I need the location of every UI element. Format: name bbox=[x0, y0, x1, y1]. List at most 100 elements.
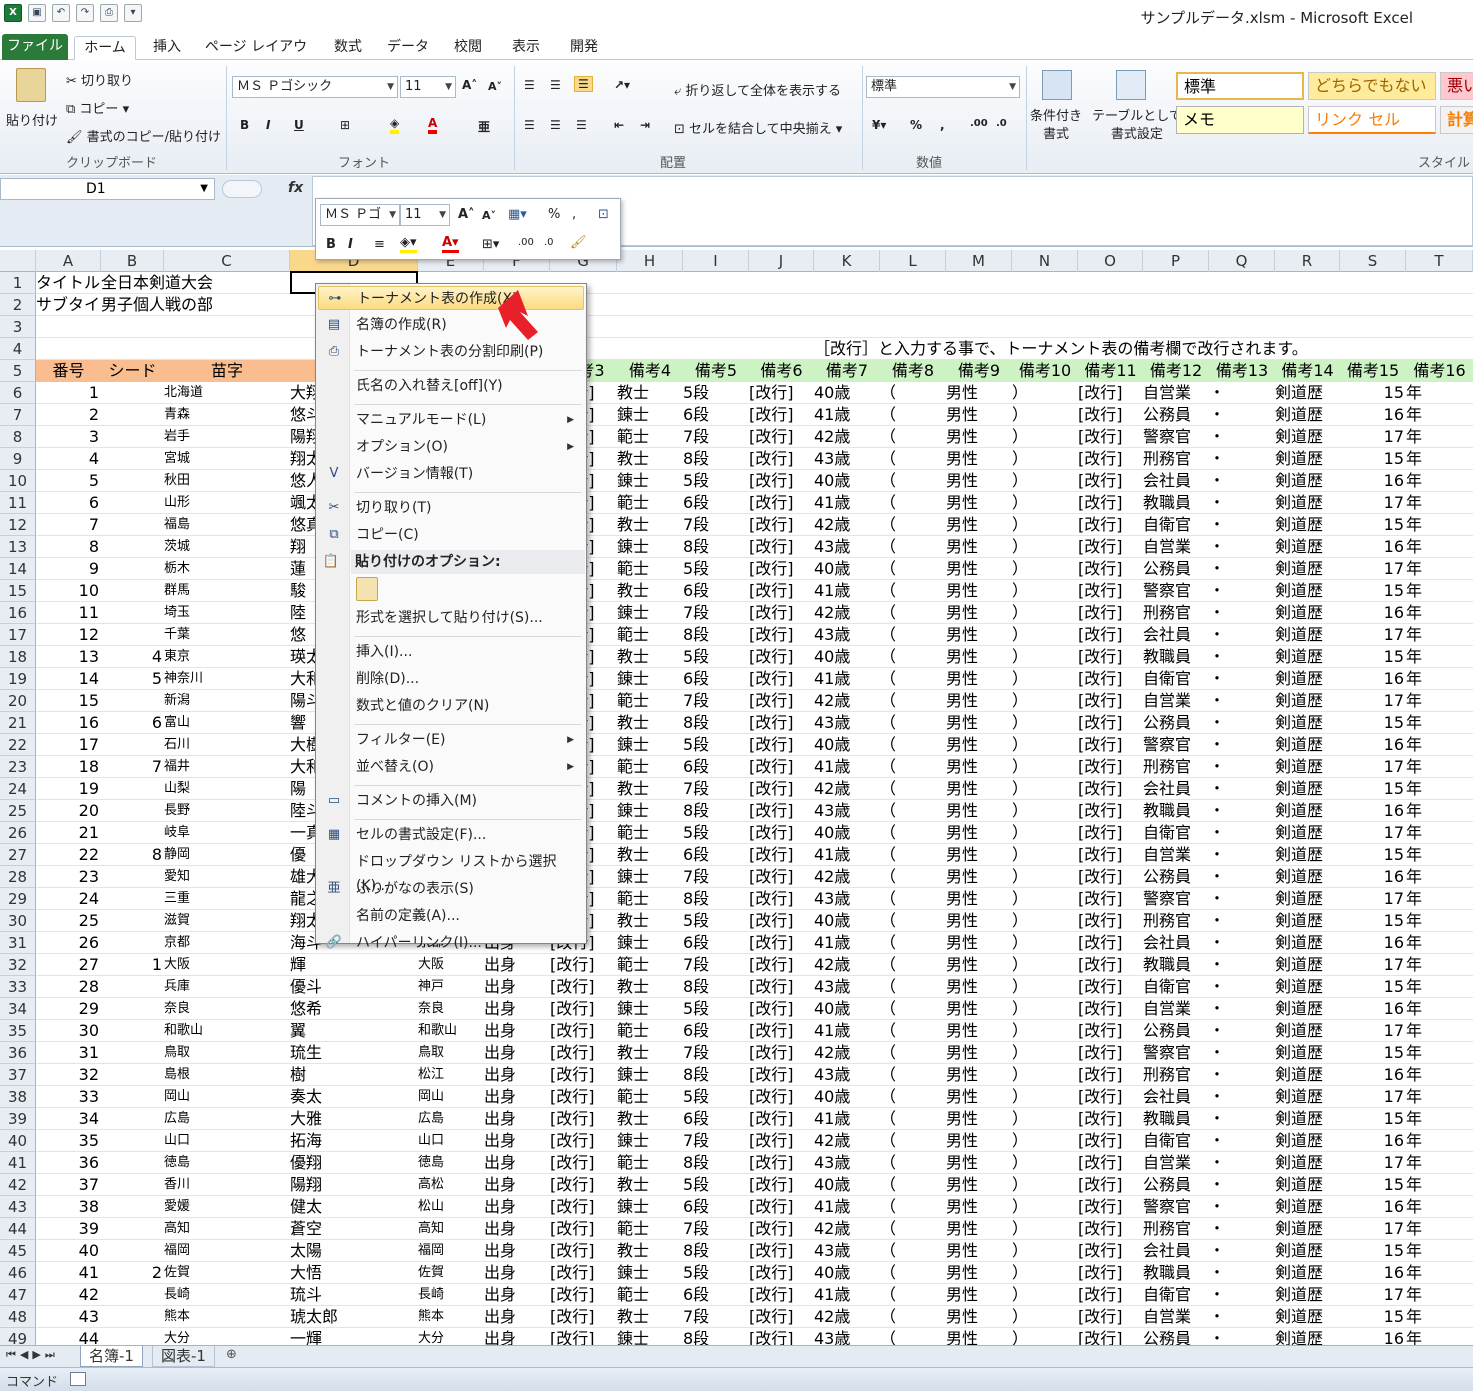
comma-icon[interactable]: , bbox=[940, 118, 945, 132]
menu-item[interactable]: 氏名の入れ替え[off](Y) bbox=[318, 374, 584, 398]
cell[interactable]: 5段 bbox=[683, 558, 749, 580]
cell[interactable]: 範士 bbox=[617, 822, 683, 844]
cell[interactable]: [改行] bbox=[749, 1130, 814, 1152]
column-title[interactable]: 備考7 bbox=[814, 360, 880, 382]
cell[interactable]: 範士 bbox=[617, 1020, 683, 1042]
outdent-icon[interactable]: ⇥ bbox=[640, 118, 650, 132]
cell[interactable]: 出身 bbox=[484, 1240, 550, 1262]
wrap-text-button[interactable]: ⤶ 折り返して全体を表示する bbox=[674, 80, 841, 99]
cell[interactable]: 15 bbox=[1340, 382, 1406, 404]
cell[interactable]: （ bbox=[880, 1196, 946, 1218]
cell[interactable]: ・ bbox=[1209, 690, 1275, 712]
cell-name[interactable]: 拓海 bbox=[290, 1130, 418, 1152]
cell-number[interactable]: 27 bbox=[36, 954, 101, 976]
tab-formulas[interactable]: 数式 bbox=[324, 36, 372, 60]
cell-number[interactable]: 32 bbox=[36, 1064, 101, 1086]
row-header[interactable]: 13 bbox=[0, 536, 36, 558]
row-header[interactable]: 19 bbox=[0, 668, 36, 690]
cell-city[interactable]: 広島 bbox=[418, 1108, 484, 1130]
cell[interactable]: 17 bbox=[1340, 1218, 1406, 1240]
cell[interactable]: 17 bbox=[1340, 822, 1406, 844]
cell-prefecture[interactable]: 福島 bbox=[164, 514, 290, 536]
cell[interactable]: 出身 bbox=[484, 1020, 550, 1042]
worksheet-grid[interactable]: ABCDEFGHIJKLMNOPQRST 1 2 3 4 5 6 7 8 9 10 11 12 13 14… bbox=[0, 250, 1473, 1345]
cell[interactable]: ） bbox=[1012, 426, 1078, 448]
cell[interactable]: 剣道歴 bbox=[1275, 932, 1340, 954]
cell[interactable]: 6段 bbox=[683, 1284, 749, 1306]
cell[interactable]: 出身 bbox=[484, 1284, 550, 1306]
cell-city[interactable]: 長崎 bbox=[418, 1284, 484, 1306]
cell[interactable]: ・ bbox=[1209, 910, 1275, 932]
decrease-decimal-icon[interactable]: .0 bbox=[544, 237, 554, 248]
cell[interactable]: ・ bbox=[1209, 976, 1275, 998]
cell[interactable]: [改行] bbox=[749, 1306, 814, 1328]
column-title[interactable]: 番号 bbox=[36, 360, 101, 382]
cell[interactable]: [改行] bbox=[1078, 1262, 1143, 1284]
cell[interactable]: 年 bbox=[1406, 1108, 1473, 1130]
cell[interactable]: 剣道歴 bbox=[1275, 822, 1340, 844]
cell[interactable]: [改行] bbox=[749, 536, 814, 558]
cell[interactable]: 範士 bbox=[617, 1284, 683, 1306]
cell[interactable]: 年 bbox=[1406, 888, 1473, 910]
cell[interactable]: 7段 bbox=[683, 1218, 749, 1240]
cell[interactable]: 範士 bbox=[617, 426, 683, 448]
cell-seed[interactable] bbox=[101, 734, 164, 756]
cell-name[interactable]: 優斗 bbox=[290, 976, 418, 998]
cell[interactable]: 男性 bbox=[946, 932, 1012, 954]
cell[interactable]: 7段 bbox=[683, 866, 749, 888]
tab-view[interactable]: 表示 bbox=[502, 36, 550, 60]
cell[interactable]: 40歳 bbox=[814, 558, 880, 580]
cell-name[interactable]: 陽翔 bbox=[290, 1174, 418, 1196]
cell[interactable]: [改行] bbox=[1078, 756, 1143, 778]
cell[interactable]: [改行] bbox=[749, 800, 814, 822]
cell[interactable]: ） bbox=[1012, 1042, 1078, 1064]
cell[interactable]: [改行] bbox=[1078, 822, 1143, 844]
cell[interactable]: 6段 bbox=[683, 580, 749, 602]
cell[interactable]: 年 bbox=[1406, 756, 1473, 778]
cell[interactable]: （ bbox=[880, 866, 946, 888]
cell[interactable]: [改行] bbox=[749, 734, 814, 756]
cell[interactable]: 年 bbox=[1406, 1174, 1473, 1196]
cell[interactable]: 剣道歴 bbox=[1275, 1240, 1340, 1262]
row-header[interactable]: 12 bbox=[0, 514, 36, 536]
cell-seed[interactable] bbox=[101, 404, 164, 426]
cell[interactable]: ・ bbox=[1209, 448, 1275, 470]
align-left-icon[interactable]: ☰ bbox=[524, 118, 535, 132]
cell-prefecture[interactable]: 茨城 bbox=[164, 536, 290, 558]
cell[interactable]: （ bbox=[880, 1086, 946, 1108]
cell[interactable]: 17 bbox=[1340, 1284, 1406, 1306]
cell-prefecture[interactable]: 島根 bbox=[164, 1064, 290, 1086]
cell-seed[interactable] bbox=[101, 1240, 164, 1262]
cell-seed[interactable]: 8 bbox=[101, 844, 164, 866]
cell[interactable]: 年 bbox=[1406, 1196, 1473, 1218]
cell[interactable]: [改行] bbox=[1078, 1196, 1143, 1218]
cell[interactable]: 42歳 bbox=[814, 690, 880, 712]
cell-number[interactable]: 6 bbox=[36, 492, 101, 514]
cell[interactable]: 男性 bbox=[946, 1240, 1012, 1262]
cell[interactable]: 出身 bbox=[484, 954, 550, 976]
cell[interactable]: [改行] bbox=[749, 624, 814, 646]
cell[interactable]: 自営業 bbox=[1143, 1152, 1209, 1174]
cell[interactable]: 男性 bbox=[946, 1218, 1012, 1240]
column-title[interactable]: 備考14 bbox=[1275, 360, 1340, 382]
cell[interactable]: [改行] bbox=[1078, 668, 1143, 690]
cell[interactable]: [改行] bbox=[1078, 1218, 1143, 1240]
cell[interactable]: ・ bbox=[1209, 1284, 1275, 1306]
column-header[interactable]: H bbox=[617, 250, 683, 272]
style-normal[interactable]: 標準 bbox=[1176, 72, 1304, 100]
cell[interactable]: 男性 bbox=[946, 426, 1012, 448]
cell[interactable]: 年 bbox=[1406, 470, 1473, 492]
row-header[interactable]: 6 bbox=[0, 382, 36, 404]
cell[interactable]: [改行] bbox=[749, 998, 814, 1020]
formula-splitter[interactable] bbox=[222, 180, 262, 198]
cell[interactable]: 7段 bbox=[683, 954, 749, 976]
cell-name[interactable]: 太陽 bbox=[290, 1240, 418, 1262]
cell[interactable]: 剣道歴 bbox=[1275, 1152, 1340, 1174]
cell[interactable]: 15 bbox=[1340, 1240, 1406, 1262]
cell[interactable]: 剣道歴 bbox=[1275, 1196, 1340, 1218]
cell[interactable]: 男性 bbox=[946, 888, 1012, 910]
cell[interactable]: ・ bbox=[1209, 1042, 1275, 1064]
cell-prefecture[interactable]: 福井 bbox=[164, 756, 290, 778]
cell-number[interactable]: 26 bbox=[36, 932, 101, 954]
cell-prefecture[interactable]: 群馬 bbox=[164, 580, 290, 602]
